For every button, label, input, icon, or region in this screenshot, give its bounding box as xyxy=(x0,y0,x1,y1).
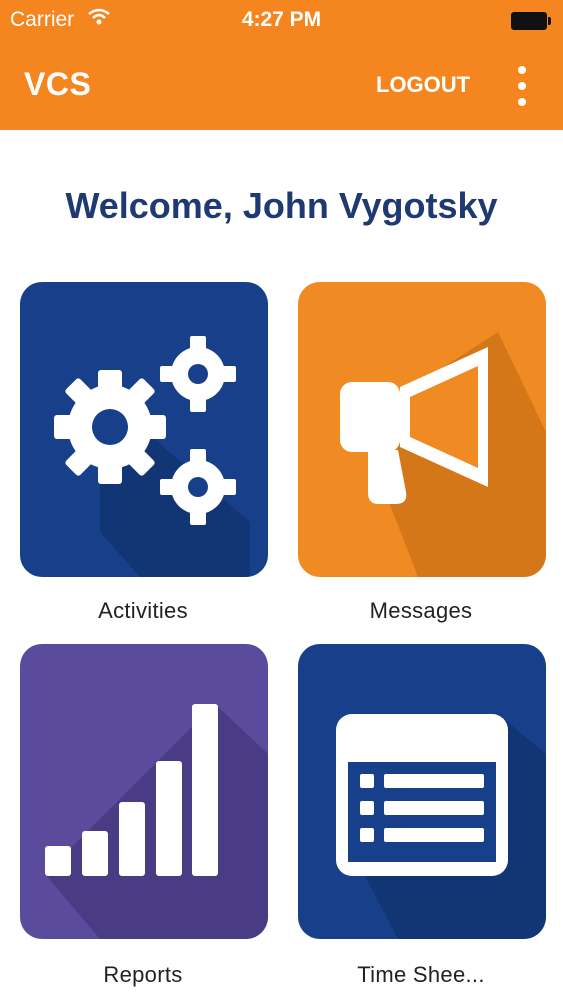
reports-tile[interactable] xyxy=(20,644,268,939)
nav-bar: VCS LOGOUT xyxy=(0,40,563,130)
clock: 4:27 PM xyxy=(241,8,322,31)
activities-label: Activities xyxy=(98,598,188,623)
messages-label: Messages xyxy=(369,598,473,623)
timesheets-tile[interactable] xyxy=(298,644,546,939)
more-options-icon[interactable] xyxy=(507,62,537,110)
logout-button[interactable]: LOGOUT xyxy=(376,72,470,98)
battery-icon xyxy=(511,12,551,30)
timesheets-label: Time Shee... xyxy=(357,962,485,987)
status-bar: Carrier 4:27 PM xyxy=(0,0,563,40)
calendar-list-icon xyxy=(336,714,508,876)
app-header: Carrier 4:27 PM VCS LOGOUT xyxy=(0,0,563,130)
welcome-message: Welcome, John Vygotsky xyxy=(65,185,498,226)
activities-tile[interactable] xyxy=(20,282,268,577)
messages-tile[interactable] xyxy=(298,282,546,577)
reports-label: Reports xyxy=(103,962,183,987)
app-title: VCS xyxy=(24,66,92,102)
